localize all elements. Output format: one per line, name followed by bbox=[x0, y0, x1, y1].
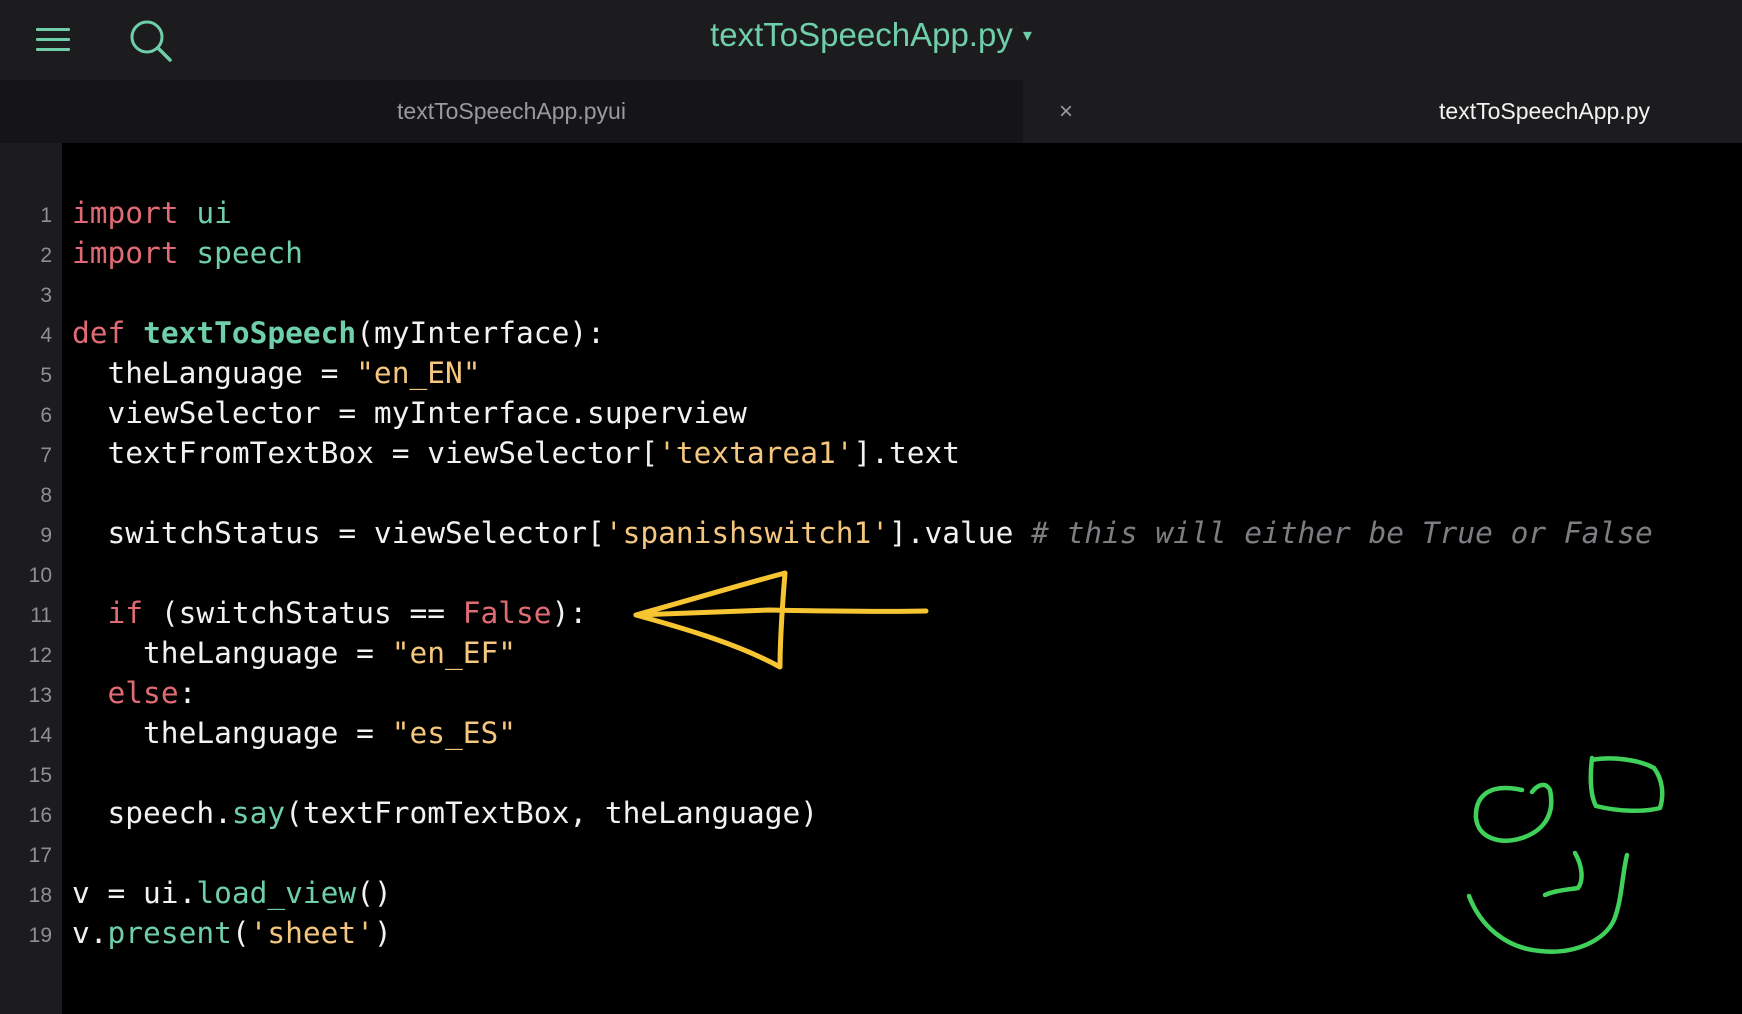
line-number: 13 bbox=[28, 684, 52, 707]
code-token: speech bbox=[196, 236, 303, 270]
code-token: textFromTextBox = viewSelector[ bbox=[72, 436, 659, 470]
code-line: 16 speech.say(textFromTextBox, theLangua… bbox=[0, 793, 818, 833]
line-number: 5 bbox=[40, 364, 52, 387]
code-line: 7 textFromTextBox = viewSelector['textar… bbox=[0, 433, 960, 473]
line-number: 12 bbox=[28, 644, 52, 667]
line-number: 16 bbox=[28, 804, 52, 827]
code-token: import bbox=[72, 236, 179, 270]
line-number: 19 bbox=[28, 924, 52, 947]
code-token: v. bbox=[72, 916, 108, 950]
code-token: () bbox=[356, 876, 392, 910]
code-token: 'textarea1' bbox=[658, 436, 854, 470]
code-token: viewSelector = myInterface.superview bbox=[72, 396, 747, 430]
code-line: 13 else: bbox=[0, 673, 197, 713]
code-token: if bbox=[107, 596, 144, 630]
code-line: 4 def textToSpeech(myInterface): bbox=[0, 313, 605, 353]
line-number: 7 bbox=[40, 444, 52, 467]
code-line: 19 v.present('sheet') bbox=[0, 913, 392, 953]
line-number: 10 bbox=[28, 564, 52, 587]
line-number: 14 bbox=[28, 724, 52, 747]
line-number: 3 bbox=[40, 284, 52, 307]
code-line: 9 switchStatus = viewSelector['spanishsw… bbox=[0, 513, 1652, 553]
code-token: False bbox=[462, 596, 552, 630]
code-line: 17 bbox=[0, 833, 52, 873]
code-line: 1 import ui bbox=[0, 193, 232, 233]
line-number: 6 bbox=[40, 404, 52, 427]
close-icon[interactable]: × bbox=[1059, 80, 1073, 143]
line-number: 1 bbox=[40, 204, 52, 227]
line-number: 4 bbox=[40, 324, 52, 347]
code-line: 3 bbox=[0, 273, 52, 313]
code-line: 8 bbox=[0, 473, 52, 513]
code-token: "en_EF" bbox=[391, 636, 517, 670]
code-token: else bbox=[107, 676, 179, 710]
code-token: : bbox=[178, 676, 197, 710]
code-line: 6 viewSelector = myInterface.superview bbox=[0, 393, 747, 433]
code-line: 5 theLanguage = "en_EN" bbox=[0, 353, 480, 393]
code-token: present bbox=[107, 916, 232, 950]
code-token: load_view bbox=[196, 876, 357, 910]
code-token: speech. bbox=[72, 796, 232, 830]
code-line: 10 bbox=[0, 553, 52, 593]
code-editor[interactable]: 1 import ui 2 import speech 3 4 def text… bbox=[0, 143, 1742, 1014]
code-token: (myInterface): bbox=[356, 316, 605, 350]
tab-bar: textToSpeechApp.pyui × textToSpeechApp.p… bbox=[0, 80, 1742, 143]
file-title-label: textToSpeechApp.py bbox=[710, 16, 1013, 53]
code-token: say bbox=[231, 796, 286, 830]
code-line: 2 import speech bbox=[0, 233, 303, 273]
code-token: 'sheet' bbox=[249, 916, 374, 950]
code-token: ) bbox=[373, 916, 392, 950]
line-number: 9 bbox=[40, 524, 52, 547]
code-token: (textFromTextBox, theLanguage) bbox=[285, 796, 818, 830]
code-token: ( bbox=[231, 916, 250, 950]
code-token: theLanguage = bbox=[72, 716, 392, 750]
code-line: 11 if (switchStatus == False): bbox=[0, 593, 587, 633]
line-number: 2 bbox=[40, 244, 52, 267]
code-token: ui bbox=[196, 196, 232, 230]
code-line: 18 v = ui.load_view() bbox=[0, 873, 392, 913]
code-token: "en_EN" bbox=[356, 356, 481, 390]
file-title-dropdown[interactable]: textToSpeechApp.py ▾ bbox=[0, 16, 1742, 54]
line-number: 18 bbox=[28, 884, 52, 907]
chevron-down-icon: ▾ bbox=[1022, 25, 1032, 45]
code-line: 15 bbox=[0, 753, 52, 793]
code-token: v = ui. bbox=[72, 876, 197, 910]
code-line: 12 theLanguage = "en_EF" bbox=[0, 633, 516, 673]
code-token: import bbox=[72, 196, 179, 230]
tab-label: textToSpeechApp.py bbox=[1439, 98, 1650, 124]
tab-label: textToSpeechApp.pyui bbox=[397, 98, 626, 124]
code-token: (switchStatus == bbox=[143, 596, 463, 630]
code-token: textToSpeech bbox=[143, 316, 357, 350]
code-token: switchStatus = viewSelector[ bbox=[72, 516, 605, 550]
code-token: theLanguage = bbox=[72, 636, 392, 670]
code-token: ].text bbox=[853, 436, 961, 470]
code-token: 'spanishswitch1' bbox=[604, 516, 889, 550]
line-number: 15 bbox=[28, 764, 52, 787]
line-number: 17 bbox=[28, 844, 52, 867]
code-token: def bbox=[72, 316, 126, 350]
code-token: ): bbox=[551, 596, 588, 630]
title-bar: textToSpeechApp.py ▾ bbox=[0, 0, 1742, 80]
code-token: ].value bbox=[889, 516, 1032, 550]
line-number: 11 bbox=[30, 604, 52, 627]
line-number: 8 bbox=[40, 484, 52, 507]
code-comment: # this will either be True or False bbox=[1031, 516, 1653, 550]
code-token: "es_ES" bbox=[391, 716, 517, 750]
tab-pyui-file[interactable]: textToSpeechApp.pyui bbox=[0, 80, 1023, 143]
code-line: 14 theLanguage = "es_ES" bbox=[0, 713, 516, 753]
tab-py-file[interactable]: × textToSpeechApp.py bbox=[1023, 80, 1742, 143]
code-token: theLanguage = bbox=[72, 356, 357, 390]
